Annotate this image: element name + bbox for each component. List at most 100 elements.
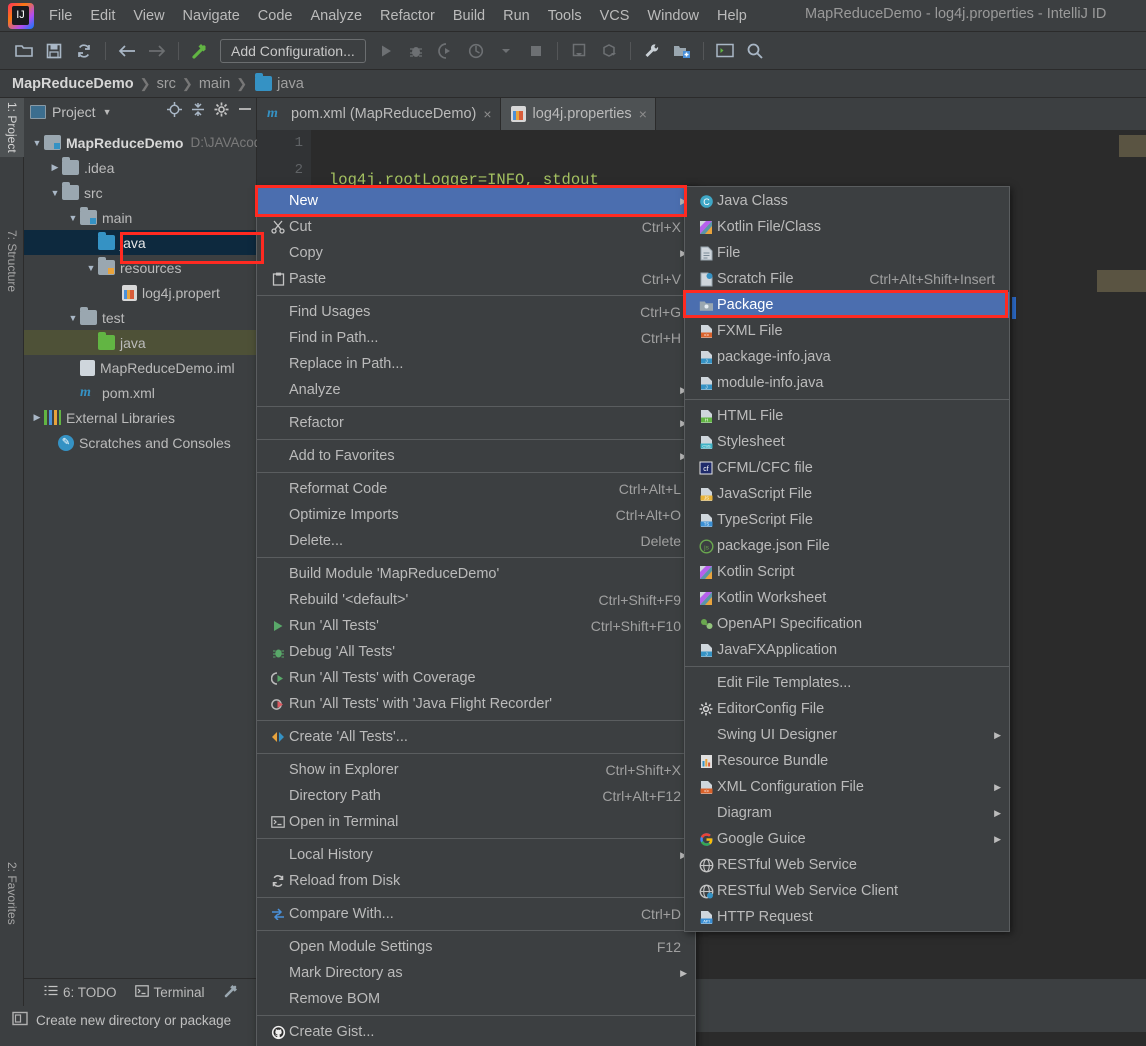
submenu-item-javascript-file[interactable]: JS JavaScript File [685,481,1009,507]
debug-icon[interactable] [402,38,430,64]
submenu-item-package-info-java[interactable]: J package-info.java [685,344,1009,370]
bottom-item-todo[interactable]: 6: TODO [44,985,117,1000]
profiler-icon[interactable] [462,38,490,64]
update-project-icon[interactable] [565,38,593,64]
chevron-down-icon[interactable]: ▼ [103,107,112,117]
breadcrumb-root[interactable]: MapReduceDemo [12,76,134,92]
menu-item-run-with-flight-recorder[interactable]: Run 'All Tests' with 'Java Flight Record… [257,691,695,717]
menu-item-view[interactable]: View [124,4,173,28]
settings-wrench-icon[interactable] [638,38,666,64]
menu-item-run-all-tests[interactable]: Run 'All Tests' Ctrl+Shift+F10 [257,613,695,639]
submenu-item-stylesheet[interactable]: CSS Stylesheet [685,429,1009,455]
chevron-right-icon[interactable]: ▶ [30,412,44,423]
submenu-item-javafxapplication[interactable]: J JavaFXApplication [685,637,1009,663]
menu-item-build[interactable]: Build [444,4,494,28]
submenu-item-http-request[interactable]: API HTTP Request [685,904,1009,930]
tree-node-resources[interactable]: ▼ resources [24,255,256,280]
submenu-item-editorconfig-file[interactable]: EditorConfig File [685,696,1009,722]
back-arrow-icon[interactable] [113,38,141,64]
submenu-item-typescript-file[interactable]: TS TypeScript File [685,507,1009,533]
menu-item-code[interactable]: Code [249,4,302,28]
menu-item-file[interactable]: File [40,4,81,28]
sidebar-item-favorites[interactable]: 2: Favorites [0,858,24,929]
submenu-item-kotlin-file-class[interactable]: Kotlin File/Class [685,214,1009,240]
menu-item-create-gist[interactable]: Create Gist... [257,1019,695,1045]
sidebar-item-structure[interactable]: 7: Structure [0,226,24,296]
open-folder-icon[interactable] [10,38,38,64]
menu-item-vcs[interactable]: VCS [591,4,639,28]
tree-node-main[interactable]: ▼ main [24,205,256,230]
tree-node-pom[interactable]: ▶ m pom.xml [24,380,256,405]
menu-item-compare-with[interactable]: Compare With... Ctrl+D [257,901,695,927]
submenu-item-xml-configuration-file[interactable]: <> XML Configuration File ▶ [685,774,1009,800]
tab-pom-xml[interactable]: m pom.xml (MapReduceDemo) × [257,98,501,130]
menu-item-build-module[interactable]: Build Module 'MapReduceDemo' [257,561,695,587]
menu-item-open-module-settings[interactable]: Open Module Settings F12 [257,934,695,960]
sync-icon[interactable] [70,38,98,64]
stop-icon[interactable] [522,38,550,64]
submenu-item-module-info-java[interactable]: J module-info.java [685,370,1009,396]
terminal-icon[interactable] [711,38,739,64]
chevron-down-icon[interactable]: ▼ [30,138,44,148]
menu-item-optimize-imports[interactable]: Optimize Imports Ctrl+Alt+O [257,502,695,528]
menu-item-new[interactable]: New ▶ [257,188,695,214]
submenu-item-restful-web-service[interactable]: RESTful Web Service [685,852,1009,878]
submenu-item-swing-ui-designer[interactable]: Swing UI Designer ▶ [685,722,1009,748]
tree-node-main-java[interactable]: ▶ java [24,230,256,255]
menu-item-find-usages[interactable]: Find Usages Ctrl+G [257,299,695,325]
menu-item-tools[interactable]: Tools [539,4,591,28]
submenu-item-openapi-specification[interactable]: OpenAPI Specification [685,611,1009,637]
submenu-item-kotlin-script[interactable]: Kotlin Script [685,559,1009,585]
menu-item-refactor[interactable]: Refactor [371,4,444,28]
submenu-item-restful-web-service-client[interactable]: RESTful Web Service Client [685,878,1009,904]
add-configuration-button[interactable]: Add Configuration... [220,38,366,63]
collapse-all-icon[interactable] [191,102,205,120]
tree-node-iml[interactable]: ▶ MapReduceDemo.iml [24,355,256,380]
submenu-item-resource-bundle[interactable]: Resource Bundle [685,748,1009,774]
menu-item-edit[interactable]: Edit [81,4,124,28]
tree-node-idea[interactable]: ▶ .idea [24,155,256,180]
submenu-item-scratch-file[interactable]: Scratch File Ctrl+Alt+Shift+Insert [685,266,1009,292]
bottom-item-terminal[interactable]: Terminal [134,985,205,1000]
chevron-right-icon[interactable]: ▶ [48,162,62,173]
forward-arrow-icon[interactable] [143,38,171,64]
chevron-down-icon[interactable]: ▼ [66,213,80,223]
submenu-item-kotlin-worksheet[interactable]: Kotlin Worksheet [685,585,1009,611]
menu-item-open-in-terminal[interactable]: Open in Terminal [257,809,695,835]
menu-item-cut[interactable]: Cut Ctrl+X [257,214,695,240]
menu-item-navigate[interactable]: Navigate [174,4,249,28]
tab-log4j-properties[interactable]: log4j.properties × [500,98,656,130]
menu-item-paste[interactable]: Paste Ctrl+V [257,266,695,292]
menu-item-analyze[interactable]: Analyze [301,4,371,28]
tree-node-log4j-properties[interactable]: ▶ log4j.propert [24,280,256,305]
breadcrumb-item-src[interactable]: src [157,76,176,92]
menu-item-reload-from-disk[interactable]: Reload from Disk [257,868,695,894]
menu-item-add-to-favorites[interactable]: Add to Favorites ▶ [257,443,695,469]
menu-item-debug-all-tests[interactable]: Debug 'All Tests' [257,639,695,665]
menu-item-show-in-explorer[interactable]: Show in Explorer Ctrl+Shift+X [257,757,695,783]
tree-node-external-libraries[interactable]: ▶ External Libraries [24,405,256,430]
submenu-item-google-guice[interactable]: Google Guice ▶ [685,826,1009,852]
menu-item-help[interactable]: Help [708,4,756,28]
submenu-item-java-class[interactable]: C Java Class [685,188,1009,214]
tree-node-scratches[interactable]: ▶ ✎ Scratches and Consoles [24,430,256,455]
run-coverage-icon[interactable] [432,38,460,64]
chevron-down-icon[interactable]: ▼ [84,263,98,273]
menu-item-copy[interactable]: Copy ▶ [257,240,695,266]
menu-item-run-with-coverage[interactable]: Run 'All Tests' with Coverage [257,665,695,691]
close-icon[interactable]: × [483,106,491,122]
project-structure-icon[interactable] [668,38,696,64]
chevron-down-icon[interactable]: ▼ [66,313,80,323]
tree-node-src[interactable]: ▼ src [24,180,256,205]
build-hammer-icon[interactable] [186,38,214,64]
minimize-icon[interactable] [238,102,252,120]
menu-item-reformat-code[interactable]: Reformat Code Ctrl+Alt+L [257,476,695,502]
breadcrumb-item-main[interactable]: main [199,76,230,92]
submenu-item-html-file[interactable]: H HTML File [685,403,1009,429]
submenu-item-edit-file-templates[interactable]: Edit File Templates... [685,670,1009,696]
chevron-down-icon[interactable] [492,38,520,64]
submenu-item-package[interactable]: Package [685,292,1009,318]
menu-item-run[interactable]: Run [494,4,539,28]
commit-icon[interactable] [595,38,623,64]
menu-item-find-in-path[interactable]: Find in Path... Ctrl+H [257,325,695,351]
